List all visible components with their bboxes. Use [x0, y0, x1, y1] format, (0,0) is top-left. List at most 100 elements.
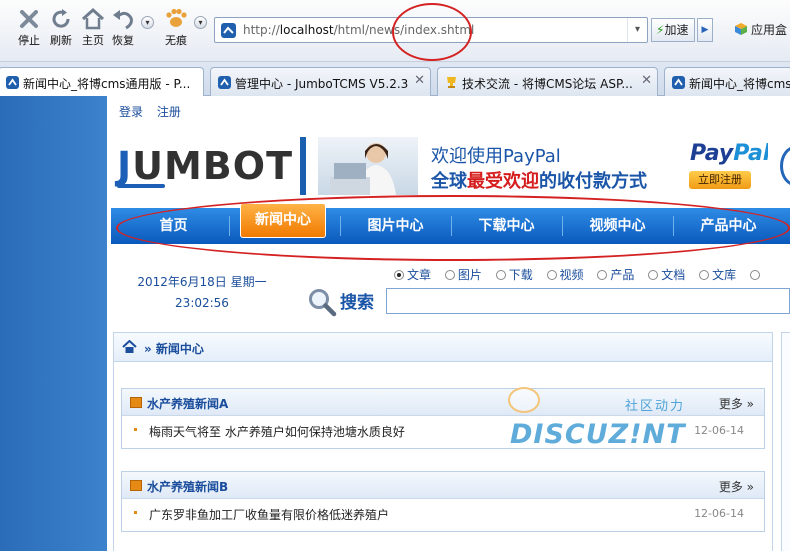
more-link[interactable]: 更多 » — [719, 395, 754, 412]
woman-at-laptop-image — [330, 143, 396, 195]
incognito-button[interactable]: 无痕 — [161, 6, 191, 48]
tab-favicon — [218, 76, 231, 89]
stop-icon — [20, 10, 38, 28]
refresh-icon — [52, 9, 70, 28]
current-date: 2012年6月18日 星期一 — [137, 275, 267, 289]
tab-admin-center[interactable]: 管理中心 - JumboTCMS V5.2.3 ✕ — [210, 67, 431, 96]
search-type-library[interactable]: 文库 — [699, 266, 736, 283]
browser-toolbar: 停止 刷新 主页 恢复 ▾ 无痕 ▾ http://localhost/html… — [0, 0, 790, 62]
globe-icon — [780, 146, 790, 186]
login-link[interactable]: 登录 — [119, 105, 143, 119]
radio-unselected[interactable] — [648, 270, 659, 280]
stop-button[interactable]: 停止 — [14, 6, 44, 48]
speedup-button[interactable]: ⚡加速 — [651, 18, 695, 42]
restore-icon — [113, 10, 133, 30]
more-link[interactable]: 更多 » — [719, 478, 754, 495]
search-type-article[interactable]: 文章 — [394, 266, 431, 283]
section-title[interactable]: 水产养殖新闻B — [147, 478, 228, 495]
paypal-banner[interactable]: 欢迎使用PayPal 全球最受欢迎的收付款方式 PayPal 立即注册 — [300, 137, 768, 195]
search-input[interactable] — [386, 288, 790, 314]
app-box-button[interactable]: 应用盒 — [734, 21, 787, 38]
url-dropdown-icon[interactable]: ▾ — [627, 18, 647, 42]
home-icon[interactable] — [122, 340, 137, 354]
section-header: 水产养殖新闻B 更多 » — [122, 472, 764, 499]
home-icon — [81, 7, 105, 30]
banner-photo — [318, 137, 418, 195]
nav-product-center[interactable]: 产品中心 — [673, 208, 784, 244]
breadcrumb: » 新闻中心 — [113, 332, 773, 362]
radio-unselected[interactable] — [444, 270, 455, 280]
site-logo[interactable]: JUMBOT — [117, 146, 293, 186]
tab-news-center-2[interactable]: 新闻中心_将博cms通用... — [664, 67, 790, 96]
news-section-b: 水产养殖新闻B 更多 » 广东罗非鱼加工厂收鱼量有限价格低迷养殖户 12-06-… — [121, 471, 765, 532]
address-bar[interactable]: http://localhost/html/news/index.shtml ▾ — [214, 17, 648, 43]
news-title[interactable]: 广东罗非鱼加工厂收鱼量有限价格低迷养殖户 — [149, 506, 389, 523]
nav-news-center[interactable]: 新闻中心 — [240, 203, 326, 238]
section-header: 水产养殖新闻A 更多 » — [122, 389, 764, 416]
close-tab-icon[interactable]: ✕ — [414, 73, 425, 88]
close-tab-icon[interactable]: ✕ — [641, 73, 652, 88]
radio-unselected[interactable] — [546, 270, 557, 280]
tab-favicon — [672, 76, 685, 89]
breadcrumb-news-center[interactable]: » 新闻中心 — [144, 340, 204, 357]
top-links: 登录 注册 — [119, 103, 191, 120]
restore-dropdown[interactable]: ▾ — [141, 16, 154, 29]
nav-video-center[interactable]: 视频中心 — [562, 208, 673, 244]
section-book-icon — [130, 480, 142, 491]
bullet-icon — [134, 511, 137, 514]
tab-strip: 新闻中心_将博cms通用版 - P... 管理中心 - JumboTCMS V5… — [0, 62, 790, 97]
tab-tech-forum[interactable]: 技术交流 - 将博CMS论坛 ASP... ✕ — [437, 67, 658, 96]
radio-unselected[interactable] — [699, 270, 710, 280]
nav-image-center[interactable]: 图片中心 — [340, 208, 451, 244]
register-link[interactable]: 注册 — [157, 105, 181, 119]
refresh-button[interactable]: 刷新 — [46, 6, 76, 48]
incognito-icon — [166, 8, 187, 27]
banner-headline: 欢迎使用PayPal — [431, 146, 561, 167]
banner-subline: 全球最受欢迎的收付款方式 — [431, 171, 647, 192]
right-side-panel — [781, 332, 790, 551]
radio-unselected[interactable] — [749, 270, 760, 280]
page-icon — [221, 23, 236, 38]
section-book-icon — [130, 397, 142, 408]
restore-button[interactable]: 恢复 — [108, 6, 138, 48]
go-button[interactable]: ▶ — [697, 18, 713, 42]
bullet-icon — [134, 428, 137, 431]
news-date: 12-06-14 — [694, 507, 744, 520]
nav-separator — [229, 216, 230, 236]
nav-download-center[interactable]: 下载中心 — [451, 208, 562, 244]
date-time: 2012年6月18日 星期一 23:02:56 — [127, 272, 277, 314]
search-type-product[interactable]: 产品 — [597, 266, 634, 283]
search-type-options: 文章 图片 下载 视频 产品 文档 文库 — [394, 266, 773, 283]
section-title[interactable]: 水产养殖新闻A — [147, 395, 228, 412]
news-section-a: 水产养殖新闻A 更多 » 梅雨天气将至 水产养殖户如何保持池塘水质良好 12-0… — [121, 388, 765, 449]
radio-selected[interactable] — [394, 270, 404, 280]
radio-unselected[interactable] — [495, 270, 506, 280]
tab-favicon — [6, 76, 19, 89]
page-left-background — [0, 96, 107, 551]
incognito-dropdown[interactable]: ▾ — [194, 16, 207, 29]
list-item[interactable]: 广东罗非鱼加工厂收鱼量有限价格低迷养殖户 12-06-14 — [122, 499, 764, 531]
search-label: 搜索 — [340, 293, 374, 313]
magnifier-icon — [309, 289, 337, 317]
register-now-button[interactable]: 立即注册 — [689, 171, 751, 189]
news-date: 12-06-14 — [694, 424, 744, 437]
main-navigation: 首页 新闻中心 图片中心 下载中心 视频中心 产品中心 — [111, 203, 790, 244]
web-page: 登录 注册 JUMBOT 欢迎使用PayPal 全球最受欢迎的收付款方式 Pay… — [107, 96, 790, 551]
current-time: 23:02:56 — [175, 296, 229, 310]
nav-home[interactable]: 首页 — [118, 208, 229, 244]
logo-swoosh — [117, 184, 165, 188]
url-text[interactable]: http://localhost/html/news/index.shtml — [243, 23, 474, 37]
tab-news-center[interactable]: 新闻中心_将博cms通用版 - P... — [0, 67, 204, 97]
search-type-video[interactable]: 视频 — [546, 266, 584, 283]
search-type-image[interactable]: 图片 — [444, 266, 482, 283]
home-button[interactable]: 主页 — [78, 6, 108, 48]
news-title[interactable]: 梅雨天气将至 水产养殖户如何保持池塘水质良好 — [149, 423, 405, 440]
paypal-logo: PayPal — [690, 141, 768, 166]
search-type-document[interactable]: 文档 — [648, 266, 685, 283]
search-type-more[interactable] — [749, 268, 763, 282]
logo-rest: UMBOT — [132, 144, 293, 188]
list-item[interactable]: 梅雨天气将至 水产养殖户如何保持池塘水质良好 12-06-14 — [122, 416, 764, 448]
search-type-download[interactable]: 下载 — [495, 266, 533, 283]
cube-icon — [735, 23, 747, 35]
radio-unselected[interactable] — [597, 270, 608, 280]
